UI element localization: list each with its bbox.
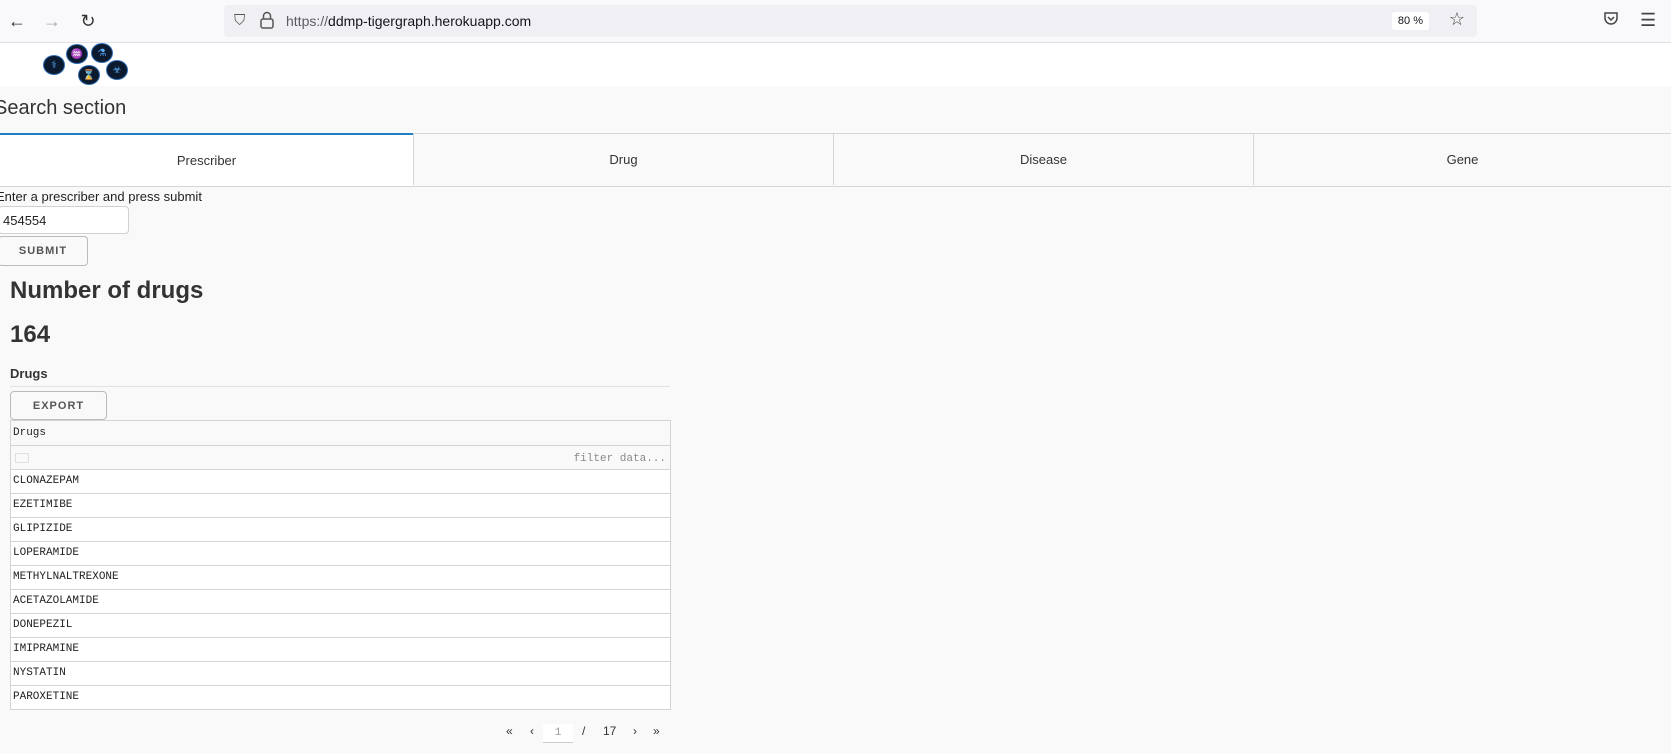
table-row[interactable]: EZETIMIBE xyxy=(11,494,670,518)
page-separator: / xyxy=(582,724,586,738)
prescriber-prompt-label: Enter a prescriber and press submit xyxy=(0,189,202,204)
tab-gene[interactable]: Gene xyxy=(1253,134,1671,185)
last-page-button[interactable]: » xyxy=(653,724,660,738)
app-header: ⚕ ♒ ⚗ ⌛ ☣ xyxy=(0,43,1671,86)
logo-stethoscope-icon: ⚕ xyxy=(43,55,65,75)
pagination: « ‹ / 17 › » xyxy=(500,724,670,743)
tab-prescriber[interactable]: Prescriber xyxy=(0,133,413,186)
table-row[interactable]: METHYLNALTREXONE xyxy=(11,566,670,590)
logo-lungs-icon: ♒ xyxy=(66,44,88,64)
prev-page-button[interactable]: ‹ xyxy=(530,724,534,738)
column-header-drugs[interactable]: Drugs xyxy=(11,421,670,446)
shield-icon[interactable]: ⛉ xyxy=(234,12,245,29)
next-page-button[interactable]: › xyxy=(633,724,637,738)
filter-input[interactable] xyxy=(364,449,668,468)
logo-hourglass-icon: ⌛ xyxy=(78,65,100,85)
divider xyxy=(10,386,670,387)
url-text[interactable]: https://ddmp-tigergraph.herokuapp.com xyxy=(286,13,531,29)
drugs-table: Drugs CLONAZEPAM EZETIMIBE GLIPIZIDE LOP… xyxy=(10,420,671,710)
total-pages: 17 xyxy=(603,724,617,738)
drug-count-title: Number of drugs xyxy=(10,277,204,304)
page-number-input[interactable] xyxy=(543,724,573,743)
submit-button[interactable]: SUBMIT xyxy=(0,236,88,266)
table-row[interactable]: IMIPRAMINE xyxy=(11,638,670,662)
tab-disease[interactable]: Disease xyxy=(833,134,1253,185)
forward-arrow-icon[interactable]: → xyxy=(41,10,63,32)
table-row[interactable]: ACETAZOLAMIDE xyxy=(11,590,670,614)
menu-icon[interactable]: ☰ xyxy=(1640,10,1656,31)
prescriber-input[interactable] xyxy=(0,206,129,234)
bookmark-star-icon[interactable]: ☆ xyxy=(1449,9,1465,30)
lock-icon[interactable] xyxy=(260,11,274,34)
url-scheme: https:// xyxy=(286,13,329,29)
zoom-level-badge[interactable]: 80 % xyxy=(1391,12,1429,30)
url-bar[interactable]: ⛉ https://ddmp-tigergraph.herokuapp.com … xyxy=(224,5,1477,37)
table-row[interactable]: DONEPEZIL xyxy=(11,614,670,638)
pocket-icon[interactable] xyxy=(1603,10,1619,31)
browser-toolbar: ← → ↻ ⛉ https://ddmp-tigergraph.herokuap… xyxy=(0,0,1671,43)
search-tabs: Prescriber Drug Disease Gene xyxy=(0,133,1671,187)
table-title: Drugs xyxy=(10,366,48,381)
url-host: ddmp-tigergraph.herokuapp.com xyxy=(328,13,532,29)
export-button[interactable]: EXPORT xyxy=(10,391,107,420)
table-row[interactable]: NYSTATIN xyxy=(11,662,670,686)
first-page-button[interactable]: « xyxy=(506,724,513,738)
section-title: Search section xyxy=(0,97,127,119)
filter-row xyxy=(11,446,670,470)
table-row[interactable]: CLONAZEPAM xyxy=(11,470,670,494)
tab-drug[interactable]: Drug xyxy=(413,134,833,185)
logo-biohazard-icon: ☣ xyxy=(106,60,128,80)
reload-icon[interactable]: ↻ xyxy=(77,10,99,32)
table-row[interactable]: GLIPIZIDE xyxy=(11,518,670,542)
back-arrow-icon[interactable]: ← xyxy=(6,10,28,32)
logo-flask-icon: ⚗ xyxy=(91,43,113,63)
table-row[interactable]: LOPERAMIDE xyxy=(11,542,670,566)
filter-toggle-icon[interactable] xyxy=(15,453,29,463)
drug-count-value: 164 xyxy=(10,321,51,348)
table-row[interactable]: PAROXETINE xyxy=(11,686,670,709)
